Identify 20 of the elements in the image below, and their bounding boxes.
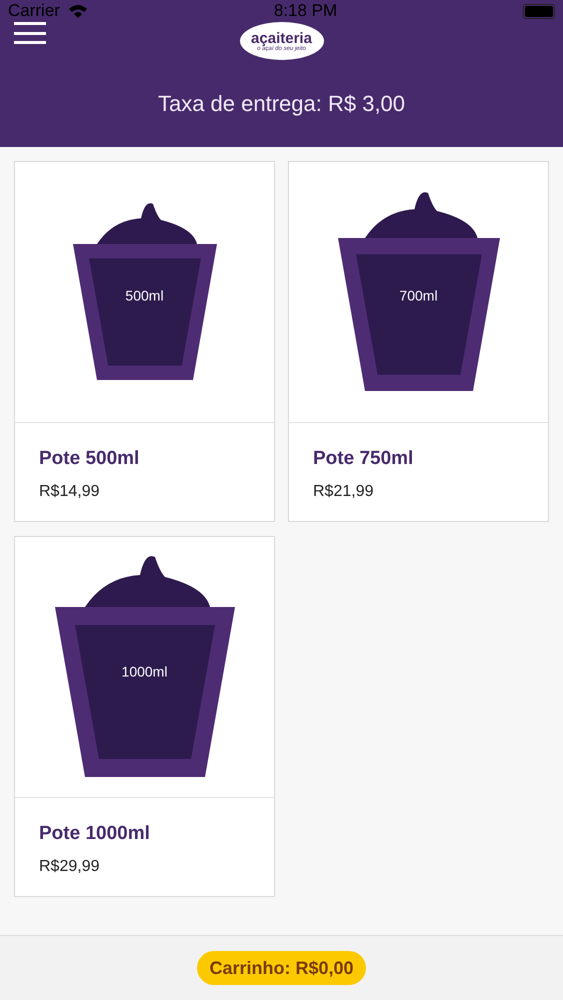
product-name: Pote 1000ml [39,822,151,846]
product-card[interactable]: 500ml Pote 500ml R$14,99 [14,161,275,522]
carrier-label: Carrier [8,0,60,22]
wifi-icon [68,4,88,18]
product-card[interactable]: 1000ml Pote 1000ml R$29,99 [14,536,275,897]
volume-label: 500ml [125,286,164,306]
product-name: Pote 500ml [39,447,140,471]
product-price: R$21,99 [313,482,374,502]
product-price: R$14,99 [39,482,100,502]
product-price: R$29,99 [39,856,100,876]
volume-label: 1000ml [122,662,168,682]
cart-button[interactable]: Carrinho: R$0,00 [197,951,366,985]
product-name: Pote 750ml [313,447,414,471]
menu-button[interactable] [14,22,46,44]
delivery-fee: Taxa de entrega: R$ 3,00 [158,90,406,118]
product-card[interactable]: 700ml Pote 750ml R$21,99 [288,161,549,522]
battery-icon [522,4,555,18]
logo-name: açaiteria [251,30,312,46]
volume-label: 700ml [399,286,438,306]
status-time: 8:18 PM [274,0,338,22]
